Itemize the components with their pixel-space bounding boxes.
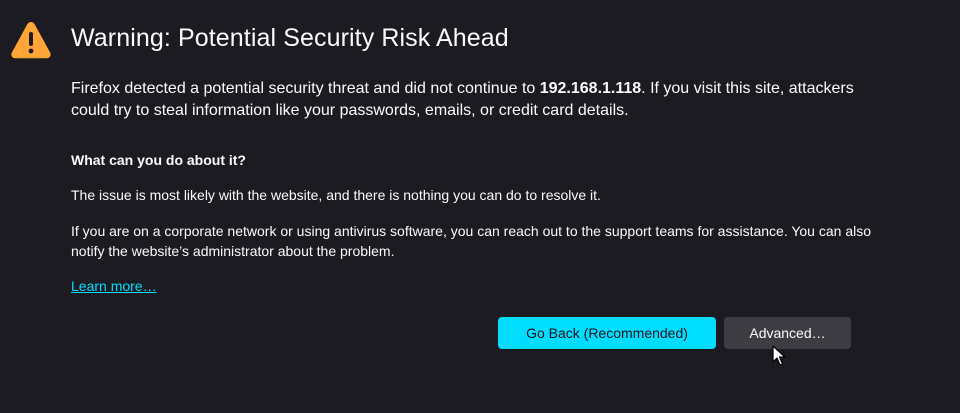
intro-text: Firefox detected a potential security th… — [71, 78, 871, 122]
section-heading: What can you do about it? — [71, 152, 246, 168]
corporate-network-paragraph: If you are on a corporate network or usi… — [71, 223, 872, 259]
mouse-pointer-icon — [772, 345, 786, 366]
go-back-button[interactable]: Go Back (Recommended) — [498, 317, 716, 349]
explanation-paragraph: The issue is most likely with the websit… — [71, 187, 601, 203]
advanced-button[interactable]: Advanced… — [724, 317, 851, 349]
intro-text-start: Firefox detected a potential security th… — [71, 80, 540, 97]
page-title: Warning: Potential Security Risk Ahead — [71, 24, 509, 52]
host-address: 192.168.1.118 — [539, 80, 642, 97]
warning-icon — [11, 22, 51, 59]
learn-more-link[interactable]: Learn more… — [71, 276, 157, 296]
